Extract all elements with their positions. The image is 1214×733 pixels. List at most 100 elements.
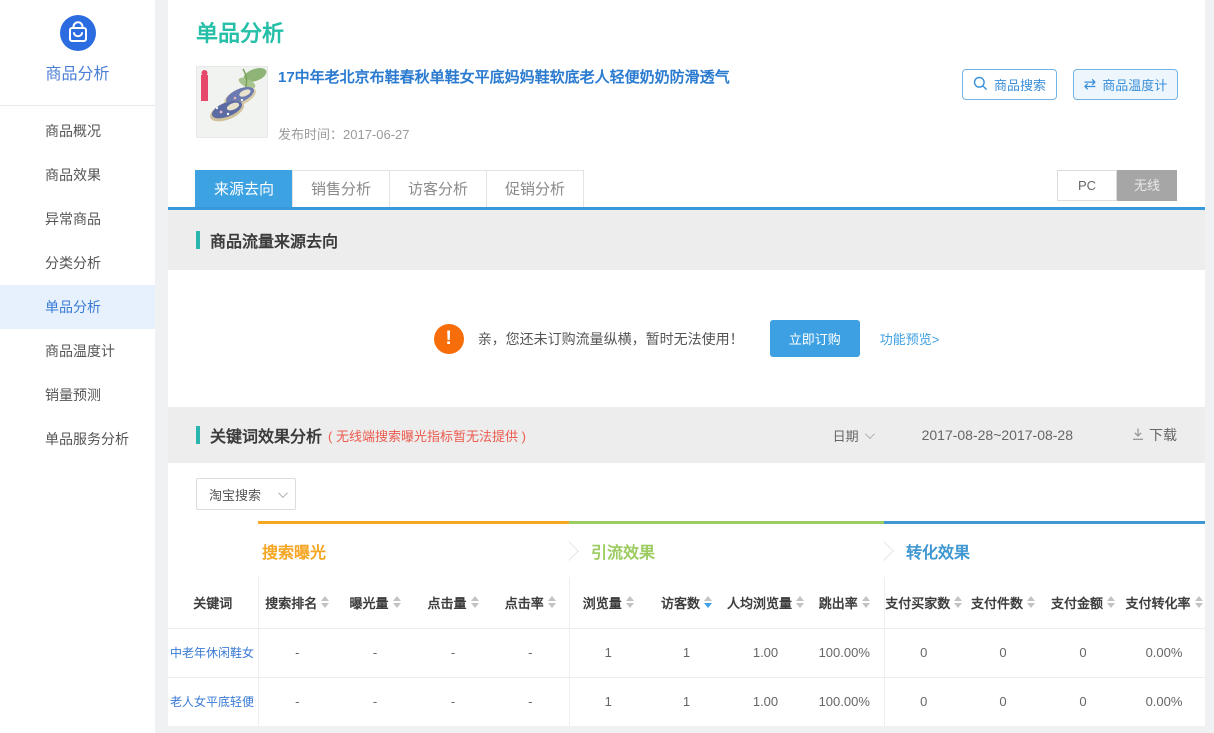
sidebar-header: 商品分析 [0,0,155,106]
keyword-link[interactable]: 老人女平底轻便 [168,677,258,726]
sort-icon[interactable] [862,596,870,608]
col-clicks: 点击量 [414,577,492,628]
sidebar-item-abnormal-products[interactable]: 异常商品 [0,197,155,241]
cell: 1.00 [726,628,805,677]
sidebar-item-category-analysis[interactable]: 分类分析 [0,241,155,285]
sort-icon[interactable] [393,596,401,608]
cell: - [492,628,569,677]
tab-visitor-analysis[interactable]: 访客分析 [389,170,487,207]
sort-icon[interactable] [796,596,804,608]
sidebar-item-product-overview[interactable]: 商品概况 [0,109,155,153]
cell: 0 [884,677,963,726]
cell: - [258,628,336,677]
feature-preview-link[interactable]: 功能预览> [880,329,940,348]
device-toggle: PC 无线 [1057,170,1177,201]
col-search-rank: 搜索排名 [258,577,336,628]
sidebar-item-product-thermometer[interactable]: 商品温度计 [0,329,155,373]
group-conversion-effect: 转化效果 [884,521,1205,577]
sidebar-title: 商品分析 [0,60,155,84]
sort-icon[interactable] [1195,596,1203,608]
sort-icon[interactable] [471,596,479,608]
download-icon [1131,427,1145,444]
product-search-button[interactable]: 商品搜索 [962,69,1057,100]
cell: 1 [569,628,647,677]
col-keyword: 关键词 [168,577,258,628]
sidebar-item-sales-forecast[interactable]: 销量预测 [0,373,155,417]
product-search-label: 商品搜索 [994,75,1046,94]
product-thermometer-button[interactable]: ⇄ 商品温度计 [1073,69,1178,100]
col-payment-amount: 支付金额 [1043,577,1123,628]
cell: 100.00% [805,628,884,677]
group-empty [168,521,258,577]
search-source-select[interactable]: 淘宝搜索 [196,478,296,510]
sort-icon[interactable] [1027,596,1035,608]
warning-icon: ! [434,324,464,354]
cell: - [414,677,492,726]
flow-section-title: 商品流量来源去向 [210,228,338,252]
page-title: 单品分析 [196,16,284,48]
keyword-section-bar: 关键词效果分析 ( 无线端搜索曝光指标暂无法提供 ) 日期 2017-08-28… [168,407,1205,463]
col-bounce-rate: 跳出率 [805,577,884,628]
toggle-wireless[interactable]: 无线 [1117,170,1177,201]
sidebar-item-single-item-service[interactable]: 单品服务分析 [0,417,155,461]
product-thermometer-label: 商品温度计 [1102,75,1167,94]
cell: 1 [647,677,726,726]
cell: 1 [569,677,647,726]
cell: 0 [963,677,1043,726]
sort-icon[interactable] [626,596,634,608]
analysis-tabs: 来源去向 销售分析 访客分析 促销分析 [196,170,584,207]
cell: - [336,677,414,726]
keyword-link[interactable]: 中老年休闲鞋女 [168,628,258,677]
tab-sales-analysis[interactable]: 销售分析 [292,170,390,207]
cell: 0.00% [1123,677,1205,726]
keyword-section-title: 关键词效果分析 [210,423,322,447]
date-dropdown[interactable]: 日期 [833,426,872,445]
sidebar-menu: 商品概况 商品效果 异常商品 分类分析 单品分析 商品温度计 销量预测 单品服务… [0,109,155,461]
download-link[interactable]: 下载 [1131,425,1177,445]
tab-source-destination[interactable]: 来源去向 [195,170,293,207]
sidebar: 商品分析 商品概况 商品效果 异常商品 分类分析 单品分析 商品温度计 销量预测… [0,0,155,733]
subscription-warning: ! 亲，您还未订购流量纵横，暂时无法使用！ 立即订购 功能预览> [168,270,1205,407]
sort-icon[interactable] [321,596,329,608]
keyword-block: 淘宝搜索 搜索曝光 引流效果 转化效果 关键词 [168,463,1205,726]
table-group-header: 搜索曝光 引流效果 转化效果 [168,521,1205,577]
cell: 0 [963,628,1043,677]
sort-icon[interactable] [954,596,962,608]
main-content: 单品分析 [168,0,1205,726]
sort-icon[interactable] [548,596,556,608]
cell: - [492,677,569,726]
sort-icon-active[interactable] [704,596,712,608]
col-paying-buyers: 支付买家数 [884,577,963,628]
tab-promotion-analysis[interactable]: 促销分析 [486,170,584,207]
product-thumbnail [196,66,268,138]
col-visitors: 访客数 [647,577,726,628]
cell: 1.00 [726,677,805,726]
keyword-section-controls: 日期 2017-08-28~2017-08-28 下载 [833,425,1177,445]
chevron-down-icon [865,429,875,439]
toggle-pc[interactable]: PC [1057,170,1117,201]
search-icon [973,76,988,94]
flow-section-bar: 商品流量来源去向 [168,210,1205,270]
col-payment-conversion: 支付转化率 [1123,577,1205,628]
order-now-button[interactable]: 立即订购 [770,320,860,357]
search-source-value: 淘宝搜索 [209,485,261,504]
col-paid-items: 支付件数 [963,577,1043,628]
cell: 1 [647,628,726,677]
shopping-bag-icon [59,14,97,52]
product-title-link[interactable]: 17中年老北京布鞋春秋单鞋女平底妈妈鞋软底老人轻便奶奶防滑透气 [278,66,918,87]
sidebar-item-product-effect[interactable]: 商品效果 [0,153,155,197]
sidebar-item-single-item-analysis[interactable]: 单品分析 [0,285,155,329]
col-pageviews: 浏览量 [569,577,647,628]
cell: 0 [884,628,963,677]
group-search-exposure: 搜索曝光 [258,521,569,577]
flow-block: ! 亲，您还未订购流量纵横，暂时无法使用！ 立即订购 功能预览> [168,270,1205,407]
swap-arrows-icon: ⇄ [1084,77,1097,92]
cell: 0 [1043,628,1123,677]
chevron-down-icon [278,488,288,498]
col-avg-pageviews: 人均浏览量 [726,577,805,628]
table-row: 中老年休闲鞋女 - - - - 1 1 1.00 100.00% 0 0 0 0… [168,628,1205,677]
cell: 0 [1043,677,1123,726]
section-flag [196,231,200,249]
warning-text: 亲，您还未订购流量纵横，暂时无法使用！ [478,329,744,349]
sort-icon[interactable] [1107,596,1115,608]
